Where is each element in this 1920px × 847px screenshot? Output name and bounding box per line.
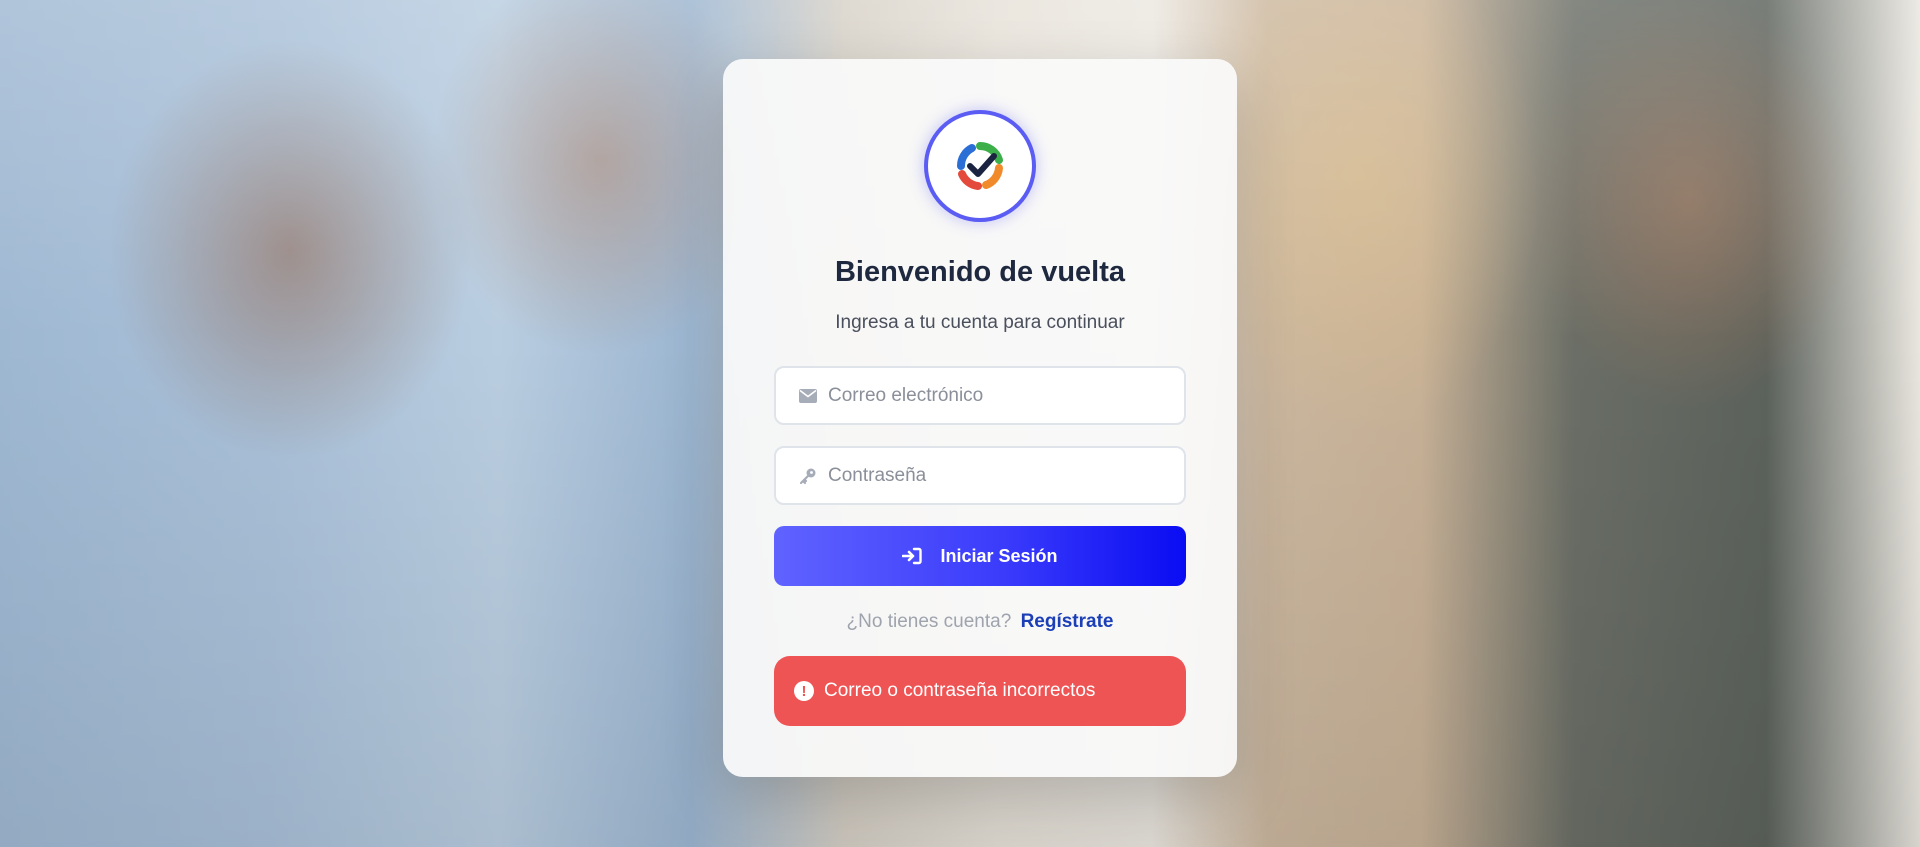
register-question: ¿No tienes cuenta? <box>846 611 1012 632</box>
exclamation-circle-icon: ! <box>794 681 814 701</box>
login-button-label: Iniciar Sesión <box>940 545 1058 566</box>
email-input[interactable] <box>828 384 1158 407</box>
sign-in-icon <box>902 547 923 565</box>
checkmark-logo-icon <box>956 142 1003 190</box>
error-alert: ! Correo o contraseña incorrectos <box>774 656 1186 726</box>
envelope-icon <box>798 386 818 406</box>
page-title: Bienvenido de vuelta <box>834 256 1126 288</box>
login-card: Bienvenido de vuelta Ingresa a tu cuenta… <box>723 59 1237 777</box>
page-subtitle: Ingresa a tu cuenta para continuar <box>835 312 1125 333</box>
register-link[interactable]: Regístrate <box>1021 611 1114 632</box>
email-field[interactable] <box>774 366 1186 425</box>
error-message: Correo o contraseña incorrectos <box>824 680 1096 701</box>
key-icon <box>798 466 818 486</box>
password-field[interactable] <box>774 446 1186 505</box>
password-input[interactable] <box>828 464 1158 487</box>
login-button[interactable]: Iniciar Sesión <box>774 526 1186 586</box>
register-prompt: ¿No tienes cuenta? Regístrate <box>723 611 1237 633</box>
app-logo <box>924 110 1036 222</box>
